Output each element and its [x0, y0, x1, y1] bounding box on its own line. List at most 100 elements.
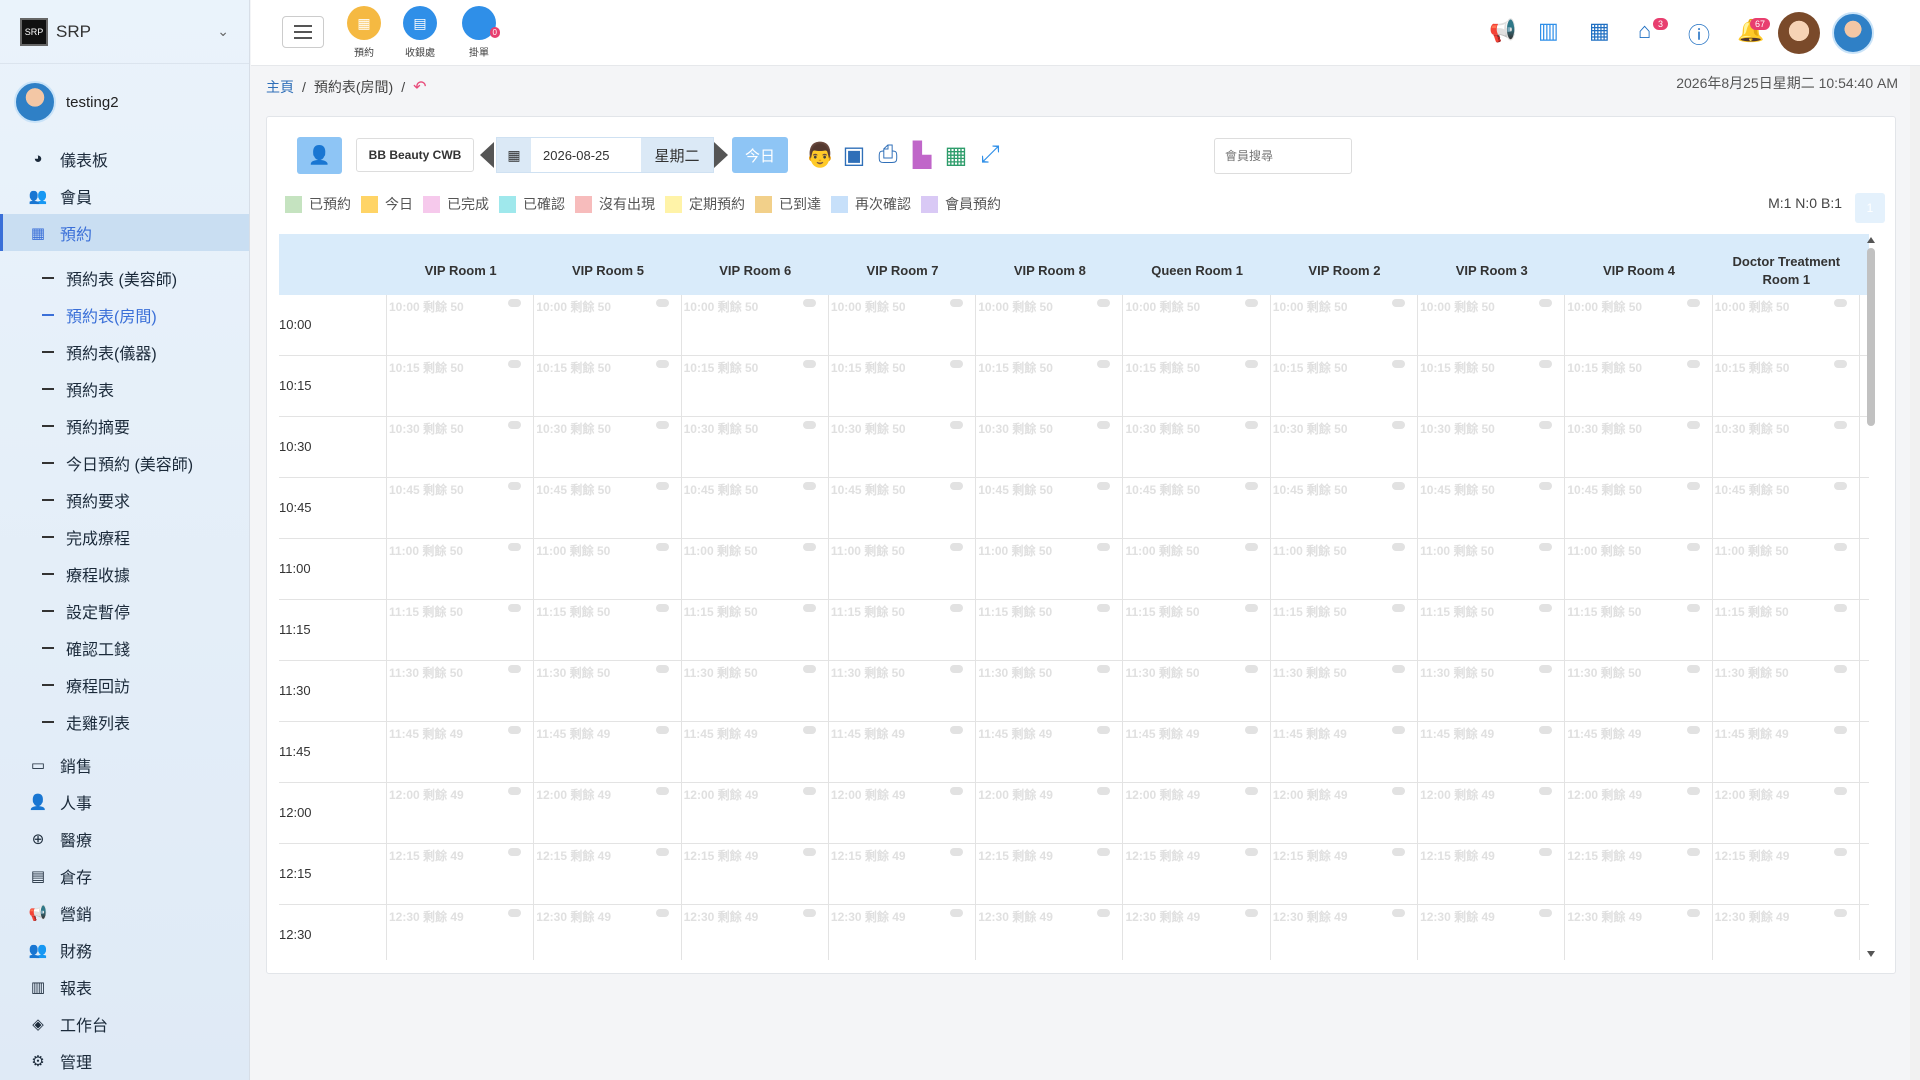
eye-icon[interactable]	[1686, 909, 1700, 917]
slot-cell[interactable]: 10:00 剩餘 50	[1271, 295, 1419, 355]
staff-icon[interactable]: 👨	[805, 140, 835, 170]
today-button[interactable]: 今日	[732, 137, 788, 173]
expand-icon[interactable]: ⤢	[976, 140, 1004, 170]
slot-cell[interactable]: 12:30 剩餘 49	[976, 905, 1124, 960]
eye-icon[interactable]	[1244, 360, 1258, 368]
slot-cell[interactable]: 11:00 剩餘 50	[829, 539, 977, 599]
slot-cell[interactable]: 12:30 剩餘 49	[682, 905, 829, 960]
slot-cell[interactable]: 11:00 剩餘 50	[1123, 539, 1271, 599]
eye-icon[interactable]	[1244, 421, 1258, 429]
slot-cell[interactable]: 10:00 剩餘 50	[1713, 295, 1860, 355]
eye-icon[interactable]	[1833, 848, 1847, 856]
eye-icon[interactable]	[1686, 665, 1700, 673]
slot-cell[interactable]: 11:30 剩餘 50	[1713, 661, 1860, 721]
slot-cell[interactable]: 11:45 剩餘 49	[682, 722, 829, 782]
eye-icon[interactable]	[1539, 604, 1553, 612]
eye-icon[interactable]	[1833, 482, 1847, 490]
eye-icon[interactable]	[655, 665, 669, 673]
eye-icon[interactable]	[1539, 482, 1553, 490]
eye-icon[interactable]	[655, 604, 669, 612]
slot-cell[interactable]: 11:45 剩餘 49	[1271, 722, 1419, 782]
eye-icon[interactable]	[950, 421, 964, 429]
eye-icon[interactable]	[1392, 543, 1406, 551]
shop-selector[interactable]: BB Beauty CWB	[356, 138, 474, 172]
eye-icon[interactable]	[1097, 787, 1111, 795]
cake-icon[interactable]: ⌂	[1638, 18, 1651, 44]
subnav-item[interactable]: 完成療程	[0, 518, 249, 555]
eye-icon[interactable]	[950, 360, 964, 368]
eye-icon[interactable]	[950, 726, 964, 734]
subnav-item[interactable]: 療程回訪	[0, 666, 249, 703]
eye-icon[interactable]	[950, 909, 964, 917]
eye-icon[interactable]	[1244, 848, 1258, 856]
slot-cell[interactable]: 12:30 剩餘 49	[534, 905, 682, 960]
scroll-thumb[interactable]	[1867, 248, 1875, 426]
eye-icon[interactable]	[1392, 787, 1406, 795]
slot-cell[interactable]: 11:15 剩餘 50	[387, 600, 535, 660]
eye-icon[interactable]	[1392, 360, 1406, 368]
eye-icon[interactable]	[1244, 604, 1258, 612]
eye-icon[interactable]	[802, 421, 816, 429]
subnav-item[interactable]: 預約要求	[0, 481, 249, 518]
eye-icon[interactable]	[802, 543, 816, 551]
eye-icon[interactable]	[508, 909, 522, 917]
eye-icon[interactable]	[1244, 665, 1258, 673]
slot-cell[interactable]: 12:15 剩餘 49	[682, 844, 829, 904]
slot-cell[interactable]: 10:00 剩餘 50	[976, 295, 1124, 355]
slot-cell[interactable]: 11:00 剩餘 50	[682, 539, 829, 599]
slot-cell[interactable]: 12:30 剩餘 49	[1271, 905, 1419, 960]
slot-cell[interactable]: 12:00 剩餘 49	[682, 783, 829, 843]
nav-item-calendar[interactable]: ▦ 預約	[0, 214, 249, 251]
slot-cell[interactable]: 11:00 剩餘 50	[976, 539, 1124, 599]
slot-cell[interactable]: 10:15 剩餘 50	[682, 356, 829, 416]
eye-icon[interactable]	[1686, 604, 1700, 612]
eye-icon[interactable]	[1539, 299, 1553, 307]
slot-cell[interactable]: 11:30 剩餘 50	[1565, 661, 1713, 721]
eye-icon[interactable]	[655, 726, 669, 734]
bar-chart-icon[interactable]: ▥	[1538, 18, 1559, 44]
eye-icon[interactable]	[1686, 726, 1700, 734]
counts-button[interactable]: 1	[1855, 193, 1885, 223]
eye-icon[interactable]	[508, 665, 522, 673]
date-picker[interactable]: ▦ 2026-08-25 星期二	[496, 137, 714, 173]
next-day-button[interactable]	[714, 142, 728, 168]
slot-cell[interactable]: 12:30 剩餘 49	[829, 905, 977, 960]
slot-cell[interactable]: 10:15 剩餘 50	[387, 356, 535, 416]
calendar-grid-icon[interactable]: ▦	[942, 140, 970, 170]
eye-icon[interactable]	[655, 787, 669, 795]
subnav-item[interactable]: 預約表(房間)	[0, 296, 249, 333]
eye-icon[interactable]	[950, 604, 964, 612]
slot-cell[interactable]: 11:45 剩餘 49	[1418, 722, 1566, 782]
slot-cell[interactable]: 12:30 剩餘 49	[1123, 905, 1271, 960]
nav-item-pie-chart[interactable]: ◕ 儀表板	[0, 140, 249, 177]
nav-item-finance-users[interactable]: 👥 財務	[0, 931, 249, 968]
slot-cell[interactable]: 12:00 剩餘 49	[387, 783, 535, 843]
slot-cell[interactable]: 10:15 剩餘 50	[1565, 356, 1713, 416]
eye-icon[interactable]	[1097, 604, 1111, 612]
page-scrollbar[interactable]	[1910, 66, 1920, 1080]
slot-cell[interactable]: 11:00 剩餘 50	[387, 539, 535, 599]
eye-icon[interactable]	[1539, 543, 1553, 551]
eye-icon[interactable]	[1097, 482, 1111, 490]
eye-icon[interactable]	[1833, 665, 1847, 673]
subnav-item[interactable]: 預約表(儀器)	[0, 333, 249, 370]
slot-cell[interactable]: 10:30 剩餘 50	[1713, 417, 1860, 477]
nav-item-person[interactable]: 👤 人事	[0, 783, 249, 820]
slot-cell[interactable]: 11:15 剩餘 50	[1123, 600, 1271, 660]
eye-icon[interactable]	[1097, 909, 1111, 917]
eye-icon[interactable]	[950, 299, 964, 307]
eye-icon[interactable]	[1244, 726, 1258, 734]
eye-icon[interactable]	[802, 909, 816, 917]
nav-item-medical[interactable]: ⊕ 醫療	[0, 820, 249, 857]
slot-cell[interactable]: 10:00 剩餘 50	[682, 295, 829, 355]
eye-icon[interactable]	[950, 848, 964, 856]
eye-icon[interactable]	[1833, 543, 1847, 551]
slot-cell[interactable]: 11:15 剩餘 50	[829, 600, 977, 660]
eye-icon[interactable]	[1244, 543, 1258, 551]
slot-cell[interactable]: 10:00 剩餘 50	[387, 295, 535, 355]
eye-icon[interactable]	[802, 299, 816, 307]
slot-cell[interactable]: 12:15 剩餘 49	[1271, 844, 1419, 904]
brand-header[interactable]: SRP SRP ⌄	[0, 0, 249, 64]
calendar-icon[interactable]: ▦	[497, 138, 531, 172]
slot-cell[interactable]: 10:00 剩餘 50	[1123, 295, 1271, 355]
